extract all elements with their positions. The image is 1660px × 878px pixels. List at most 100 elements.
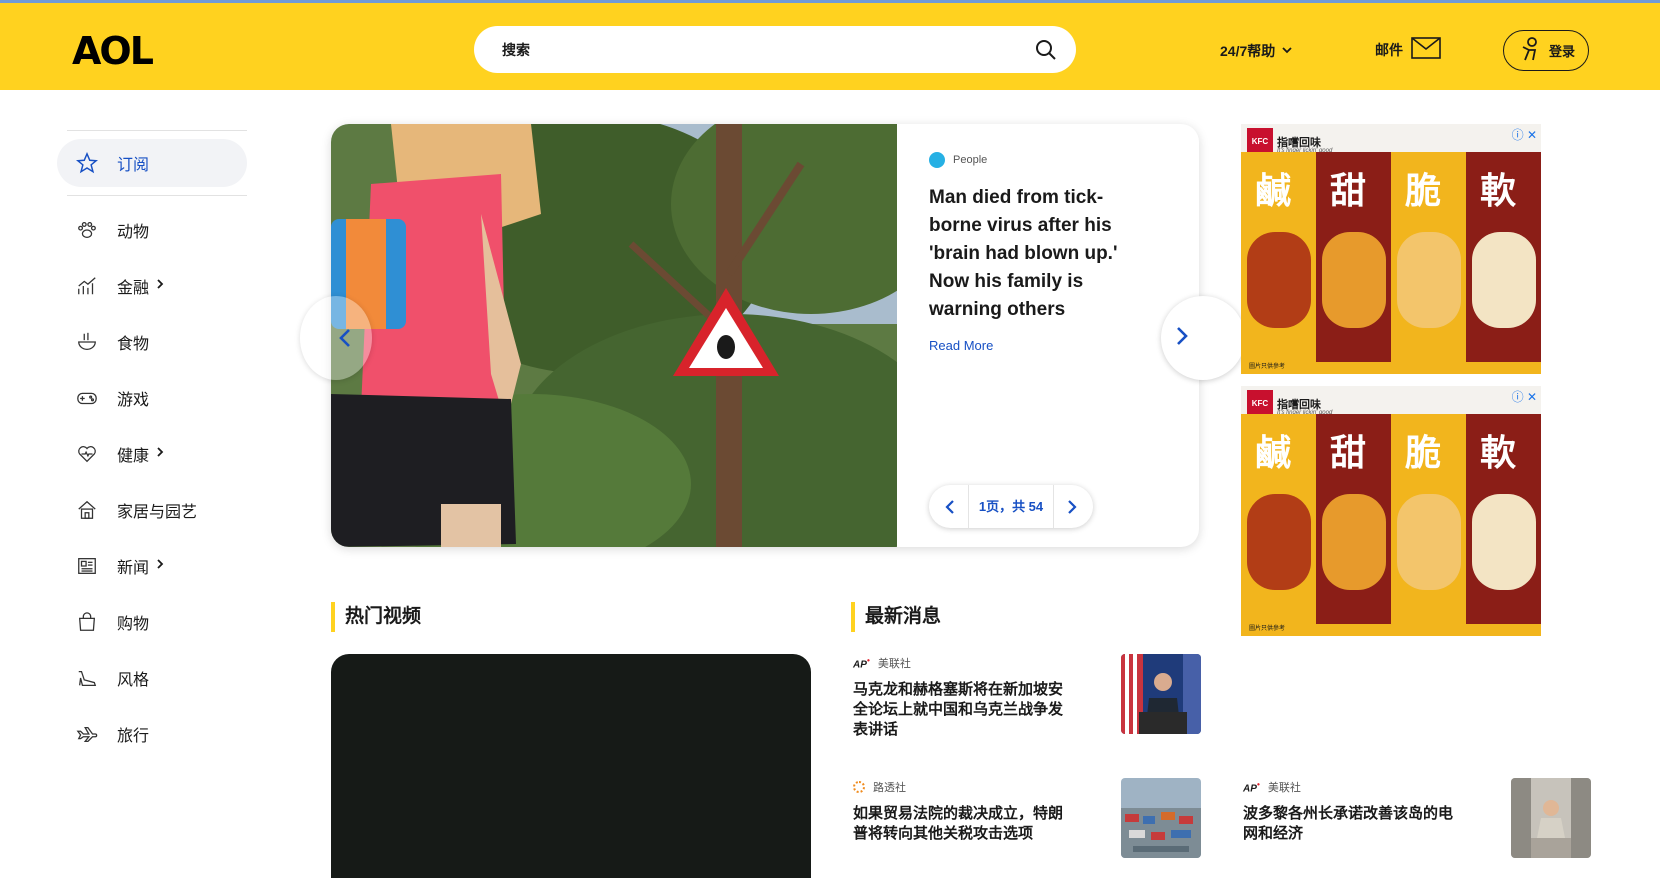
kfc-logo: KFC (1247, 128, 1273, 154)
sidebar-item-label: 购物 (117, 616, 150, 633)
sidebar-item-label: 订阅 (117, 157, 150, 174)
search-input[interactable] (502, 26, 1002, 73)
pager-count: 1页，共 54 (967, 485, 1055, 528)
news-headline[interactable]: 波多黎各州长承诺改善该岛的电网和经济 (1243, 804, 1463, 844)
mail-label: 邮件 (1375, 41, 1403, 58)
ad-food-image (1472, 494, 1536, 590)
ad-panel: 脆 (1391, 152, 1466, 362)
ad-footnote: 圖片只供參考 (1249, 626, 1286, 632)
ad-char: 甜 (1330, 432, 1367, 474)
sidebar-item-label: 游戏 (117, 392, 150, 409)
chevron-right-icon (155, 277, 165, 295)
help-label: 24/7帮助 (1220, 43, 1276, 59)
help-menu[interactable]: 24/7帮助 (1220, 41, 1293, 61)
pager-prev-button[interactable] (935, 492, 965, 522)
sidebar-item-label: 动物 (117, 224, 150, 241)
ad-panel: 軟 (1466, 152, 1541, 362)
sidebar-item-games[interactable]: 游戏 (57, 370, 247, 426)
ad-food-image (1322, 494, 1386, 590)
sidebar-item-health[interactable]: 健康 (57, 426, 247, 482)
adchoices-icon[interactable]: ⓘ ✕ (1512, 126, 1537, 143)
ad-food-image (1247, 494, 1311, 590)
chevron-right-icon (1177, 327, 1188, 345)
ad-food-image (1397, 232, 1461, 328)
ad-char: 軟 (1480, 432, 1517, 474)
aol-logo[interactable]: AOL (72, 29, 154, 73)
news-thumbnail[interactable] (1121, 778, 1201, 858)
ad-panel: 鹹 (1241, 414, 1316, 624)
paw-icon (75, 218, 99, 242)
sidebar-item-style[interactable]: 风格 (57, 650, 247, 706)
sidebar-item-food[interactable]: 食物 (57, 314, 247, 370)
sidebar-item-finance[interactable]: 金融 (57, 258, 247, 314)
ad-char: 鹹 (1255, 432, 1292, 474)
ad-panel: 甜 (1316, 414, 1391, 624)
bowl-icon (75, 330, 99, 354)
chevron-right-icon (155, 557, 165, 575)
top-header: AOL 24/7帮助 邮件 登录 (0, 0, 1660, 90)
ad-char: 甜 (1330, 170, 1367, 212)
hero-headline[interactable]: Man died from tick-borne virus after his… (929, 184, 1149, 324)
login-button[interactable]: 登录 (1503, 30, 1589, 71)
house-icon (75, 498, 99, 522)
star-icon (75, 151, 99, 175)
ad-panel: 甜 (1316, 152, 1391, 362)
sidebar-item-subscriptions[interactable]: 订阅 (57, 139, 247, 187)
sidebar-item-animals[interactable]: 动物 (57, 202, 247, 258)
news-thumbnail[interactable] (1511, 778, 1591, 858)
ad-panel: 鹹 (1241, 152, 1316, 362)
sidebar-item-news[interactable]: 新闻 (57, 538, 247, 594)
sidebar-item-label: 新闻 (117, 560, 150, 577)
shoe-icon (75, 666, 99, 690)
pager-next-button[interactable] (1057, 492, 1087, 522)
read-more-link[interactable]: Read More (929, 338, 1149, 353)
news-headline[interactable]: 如果贸易法院的裁决成立，特朗普将转向其他关税攻击选项 (853, 804, 1073, 844)
news-source-label: 路透社 (873, 782, 906, 794)
mail-link[interactable]: 邮件 (1375, 37, 1441, 62)
chevron-left-icon (339, 329, 350, 347)
ad-char: 脆 (1405, 170, 1442, 212)
ad-food-image (1322, 232, 1386, 328)
heart-icon (75, 442, 99, 466)
ad-food-image (1247, 232, 1311, 328)
hero-source: People (929, 152, 1149, 168)
news-source-label: 美联社 (877, 658, 911, 670)
kfc-ad-banner[interactable]: KFC 指嚐回味 It's finger lickin' good ⓘ ✕ 鹹 … (1241, 124, 1541, 374)
hero-carousel: People Man died from tick-borne virus af… (331, 124, 1199, 547)
chevron-down-icon (1281, 43, 1293, 59)
ad-food-image (1472, 232, 1536, 328)
carousel-next-button[interactable] (1161, 296, 1245, 380)
sidebar-item-label: 家居与园艺 (117, 504, 198, 521)
sidebar-item-travel[interactable]: 旅行 (57, 706, 247, 762)
search-icon[interactable] (1034, 38, 1058, 62)
carousel-prev-button[interactable] (300, 296, 372, 380)
video-player[interactable] (331, 654, 811, 878)
news-thumbnail[interactable] (1121, 654, 1201, 734)
plane-icon (75, 722, 99, 746)
trending-videos-heading: 热门视频 (331, 602, 421, 632)
adchoices-icon[interactable]: ⓘ ✕ (1512, 388, 1537, 405)
ad-char: 脆 (1405, 432, 1442, 474)
news-headline[interactable]: 马克龙和赫格塞斯将在新加坡安全论坛上就中国和乌克兰战争发表讲话 (853, 680, 1073, 740)
sidebar-item-shopping[interactable]: 购物 (57, 594, 247, 650)
ad-char: 鹹 (1255, 170, 1292, 212)
envelope-icon (1411, 37, 1441, 62)
kfc-logo: KFC (1247, 390, 1273, 416)
ap-logo-icon: AP• (853, 655, 870, 671)
bag-icon (75, 610, 99, 634)
ad-panel: 脆 (1391, 414, 1466, 624)
chevron-right-icon (155, 445, 165, 463)
hero-image[interactable] (331, 124, 897, 547)
sidebar-item-home-garden[interactable]: 家居与园艺 (57, 482, 247, 538)
ad-panel: 軟 (1466, 414, 1541, 624)
kfc-ad-banner[interactable]: KFC 指嚐回味 It's finger lickin' good ⓘ ✕ 鹹 … (1241, 386, 1541, 636)
ad-char: 軟 (1480, 170, 1517, 212)
chart-icon (75, 274, 99, 298)
reuters-logo-icon (853, 781, 865, 793)
hero-source-label: People (953, 154, 988, 166)
user-icon (1517, 36, 1543, 65)
latest-news-heading: 最新消息 (851, 602, 941, 632)
hero-text: People Man died from tick-borne virus af… (929, 152, 1149, 353)
sidebar-item-label: 食物 (117, 336, 150, 353)
carousel-pager: 1页，共 54 (929, 485, 1093, 528)
